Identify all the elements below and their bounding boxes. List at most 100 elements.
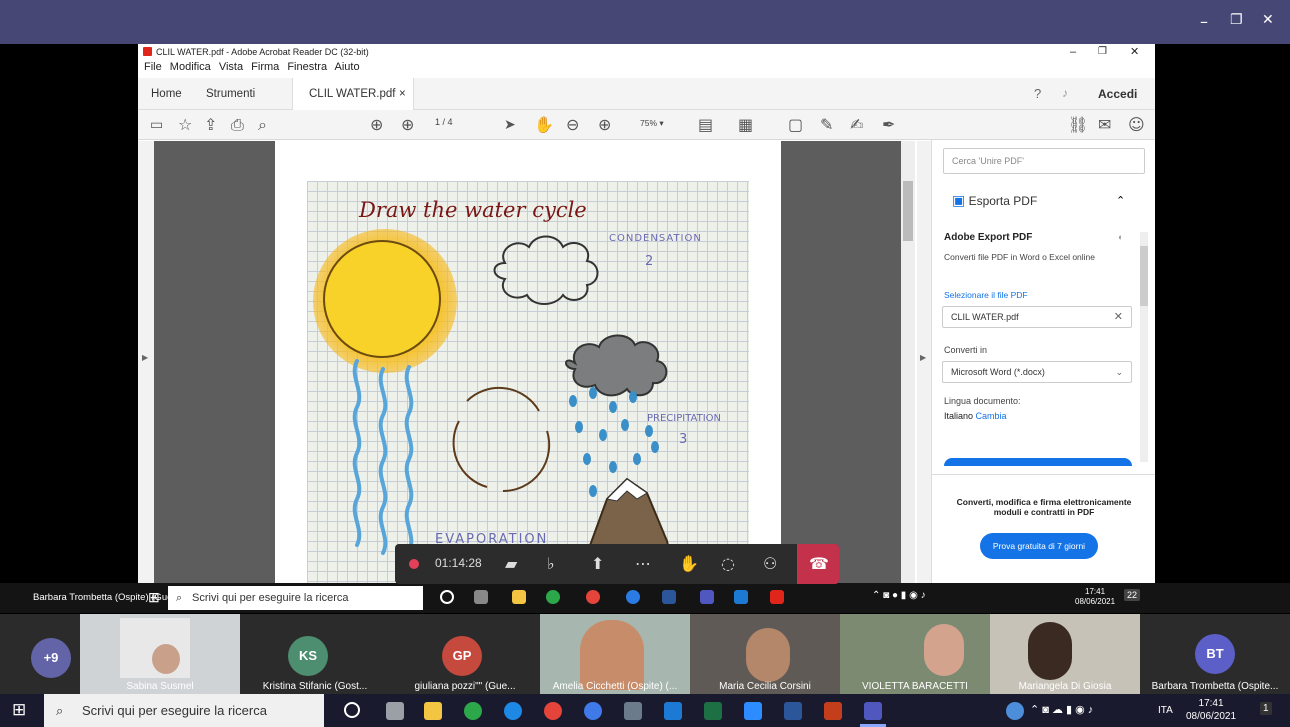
convert-button[interactable]	[944, 458, 1132, 466]
zoom-icon[interactable]	[744, 702, 762, 720]
hangup-button[interactable]: ☎	[797, 544, 839, 584]
edge-icon[interactable]	[504, 702, 522, 720]
tab-close-icon[interactable]: ×	[399, 78, 406, 110]
participant-tile-7[interactable]: Mariangela Di Giosia	[990, 614, 1140, 694]
share-link-icon[interactable]: ⛓	[1068, 115, 1088, 135]
zoom-dropdown[interactable]: 75% ▾	[640, 118, 664, 129]
participant-tile-4[interactable]: Amelia Cicchetti (Ospite) (...	[540, 614, 690, 694]
acrobat-close-icon[interactable]: ✕	[1130, 44, 1139, 60]
participants-icon[interactable]: ⚇	[763, 554, 777, 573]
raise-hand-icon[interactable]: ✋	[679, 554, 699, 573]
word-icon[interactable]	[784, 702, 802, 720]
right-panel-toggle[interactable]: ▶	[917, 141, 931, 584]
expand-left-icon[interactable]: ▶	[142, 353, 148, 362]
menu-finestra[interactable]: Finestra	[287, 61, 327, 73]
add-user-icon[interactable]: ☺	[1128, 115, 1145, 135]
pane-scroll-thumb[interactable]	[1140, 246, 1148, 306]
email-icon[interactable]: ✉	[1098, 115, 1111, 135]
page-down-icon[interactable]: ⊕	[401, 115, 414, 135]
upload-icon[interactable]: ⇪	[204, 115, 217, 135]
document-canvas[interactable]: Draw the water cycle CONDENSATION 2 PREC…	[154, 141, 910, 584]
page-up-icon[interactable]: ⊕	[370, 115, 383, 135]
maximize-icon[interactable]: ❐	[1230, 12, 1243, 28]
fit-page-icon[interactable]: ▤	[698, 115, 713, 135]
task-view-icon[interactable]	[386, 702, 404, 720]
menu-file[interactable]: File	[144, 61, 162, 73]
share-screen-icon[interactable]: ⬆	[591, 554, 604, 573]
page-indicator[interactable]: 1 / 4	[435, 117, 453, 127]
participant-tile-5[interactable]: Maria Cecilia Corsini	[690, 614, 840, 694]
sign-in-button[interactable]: Accedi	[1098, 87, 1137, 101]
file-explorer-icon[interactable]	[424, 702, 442, 720]
mic-muted-icon[interactable]: ♭	[547, 554, 555, 573]
page-current[interactable]: 1	[435, 117, 440, 127]
camera-off-icon[interactable]: ▰	[505, 554, 517, 573]
excel-icon[interactable]	[704, 702, 722, 720]
input-language[interactable]: ITA	[1158, 705, 1173, 716]
save-icon[interactable]: ▭	[150, 115, 163, 135]
bookmark-star-icon[interactable]: ☆	[178, 115, 192, 135]
print-icon[interactable]: ⎙	[231, 115, 244, 135]
chevron-up-icon[interactable]: ⌃	[1116, 194, 1125, 207]
left-panel-collapsed[interactable]: ▶	[138, 141, 154, 584]
select-file-link[interactable]: Selezionare il file PDF	[944, 290, 1028, 300]
export-pdf-header[interactable]: ▣ Esporta PDF	[952, 192, 1037, 209]
menu-modifica[interactable]: Modifica	[170, 61, 211, 73]
participant-tile-1[interactable]: Sabina Susmel	[80, 614, 240, 694]
app-green-icon[interactable]	[464, 702, 482, 720]
menu-firma[interactable]: Firma	[251, 61, 279, 73]
teams-icon[interactable]	[864, 702, 882, 720]
scroll-mode-icon[interactable]: ▦	[738, 115, 753, 135]
collapse-right-icon[interactable]: ▶	[920, 353, 926, 362]
clear-file-icon[interactable]: ✕	[1114, 307, 1123, 327]
close-icon[interactable]: ✕	[1262, 12, 1274, 28]
more-participants-badge[interactable]: +9	[31, 638, 71, 678]
participant-tile-2[interactable]: KS Kristina Stifanic (Gost...	[240, 614, 390, 694]
tray-icons[interactable]: ⌃ ◙ ☁ ▮ ◉ ♪	[1030, 703, 1093, 716]
fill-sign-icon[interactable]: ✒	[882, 115, 895, 135]
chrome-profile-icon[interactable]	[584, 702, 602, 720]
acrobat-minimize-icon[interactable]: –	[1070, 44, 1076, 60]
highlight-pen-icon[interactable]: ✎	[820, 115, 833, 135]
participant-tile-more[interactable]: +9	[0, 614, 80, 694]
free-trial-button[interactable]: Prova gratuita di 7 giorni	[980, 533, 1098, 559]
tab-strumenti[interactable]: Strumenti	[206, 78, 255, 110]
change-language-link[interactable]: Cambia	[976, 411, 1007, 421]
selected-file-field[interactable]: CLIL WATER.pdf ✕	[942, 306, 1132, 328]
chrome-icon[interactable]	[544, 702, 562, 720]
tools-search-input[interactable]: Cerca 'Unire PDF'	[943, 148, 1145, 174]
help-tray-icon[interactable]	[1006, 702, 1024, 720]
tab-document[interactable]: CLIL WATER.pdf ×	[292, 78, 414, 110]
zoom-out-icon[interactable]: ⊖	[566, 115, 579, 135]
hand-tool-icon[interactable]: ✋	[534, 115, 554, 135]
more-options-icon[interactable]: ⋯	[635, 554, 651, 573]
taskbar-search-box[interactable]: ⌕ Scrivi qui per eseguire la ricerca	[44, 694, 324, 727]
clock[interactable]: 17:41 08/06/2021	[1186, 697, 1236, 723]
select-arrow-icon[interactable]: ➤	[504, 115, 516, 135]
participant-tile-8[interactable]: BT Barbara Trombetta (Ospite...	[1140, 614, 1290, 694]
document-scrollbar[interactable]	[901, 141, 915, 584]
acrobat-restore-icon[interactable]: ❐	[1098, 44, 1107, 60]
windows-start-icon[interactable]: ⊞	[12, 700, 26, 720]
search-icon[interactable]: ⌕	[258, 115, 267, 135]
scroll-thumb[interactable]	[903, 181, 913, 241]
pane-scrollbar[interactable]	[1140, 232, 1148, 462]
format-select[interactable]: Microsoft Word (*.docx) ⌄	[942, 361, 1132, 383]
cortana-icon[interactable]	[344, 702, 360, 718]
minimize-icon[interactable]: –	[1200, 12, 1208, 31]
tab-home[interactable]: Home	[151, 78, 182, 110]
calculator-icon[interactable]	[624, 702, 642, 720]
notification-center-badge[interactable]: 1	[1260, 702, 1272, 715]
zoom-in-icon[interactable]: ⊕	[598, 115, 611, 135]
photos-icon[interactable]	[664, 702, 682, 720]
participant-tile-3[interactable]: GP giuliana pozzi"" (Gue...	[390, 614, 540, 694]
chat-icon[interactable]: ◌	[721, 554, 735, 573]
menu-aiuto[interactable]: Aiuto	[335, 61, 360, 73]
powerpoint-icon[interactable]	[824, 702, 842, 720]
help-icon[interactable]: ?	[1034, 86, 1041, 101]
bell-icon[interactable]: ♪	[1062, 86, 1068, 100]
participant-tile-6[interactable]: VIOLETTA BARACETTI	[840, 614, 990, 694]
draw-icon[interactable]: ✍	[850, 115, 863, 135]
comment-icon[interactable]: ▢	[788, 115, 803, 135]
menu-vista[interactable]: Vista	[219, 61, 243, 73]
